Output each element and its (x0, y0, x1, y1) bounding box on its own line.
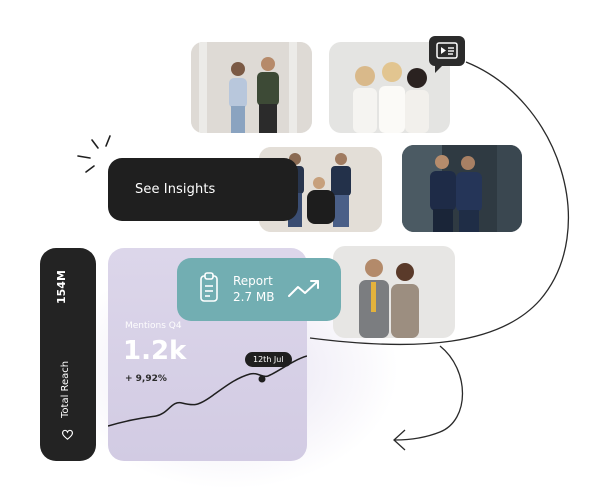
canvas: See Insights 154M Total Reach Mentions Q… (0, 0, 605, 498)
total-reach-label: Total Reach (60, 360, 71, 418)
team-photo-4 (402, 145, 522, 232)
total-reach-panel: 154M Total Reach (40, 248, 96, 461)
trend-up-icon (288, 280, 319, 297)
chart-tooltip: 12th Jul (245, 352, 292, 367)
chart-value: 1.2k (123, 336, 187, 366)
chart-change: + 9,92% (125, 374, 167, 384)
see-insights-label: See Insights (135, 182, 216, 197)
report-size: 2.7 MB (233, 290, 275, 304)
total-reach-value: 154M (55, 270, 68, 304)
team-photo-5 (333, 246, 455, 338)
see-insights-button[interactable]: See Insights (108, 158, 298, 221)
report-download-card[interactable]: Report 2.7 MB (177, 258, 341, 321)
report-title: Report (233, 274, 273, 288)
video-icon (436, 42, 458, 59)
team-photo-1 (191, 42, 312, 133)
heart-icon (61, 429, 74, 440)
video-chip[interactable] (429, 36, 465, 73)
chart-caption: Mentions Q4 (125, 321, 182, 331)
data-point-marker[interactable] (258, 375, 266, 383)
clipboard-icon (200, 272, 218, 302)
